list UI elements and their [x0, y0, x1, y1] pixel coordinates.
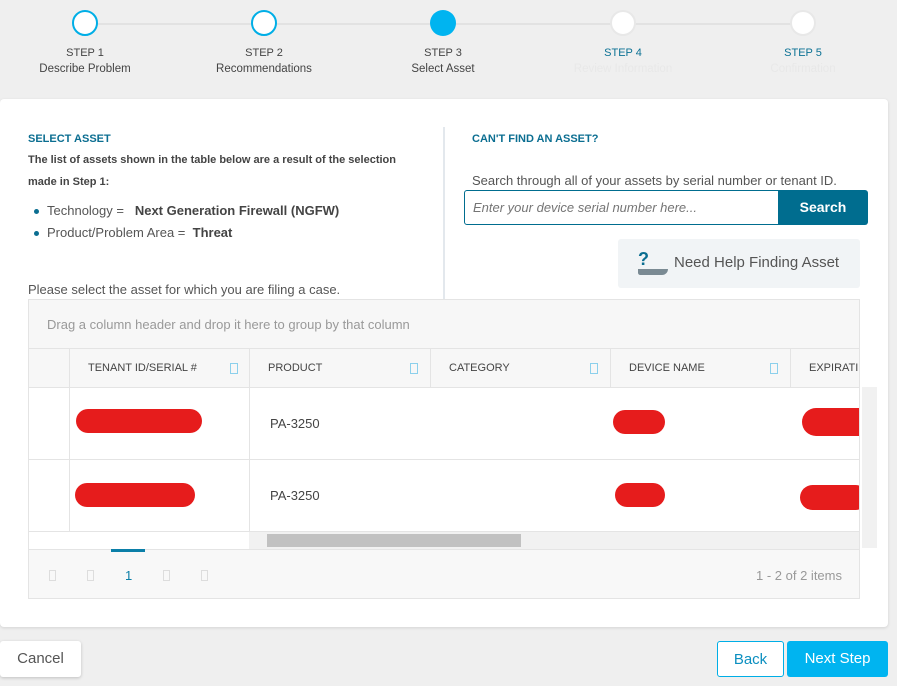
step-number: STEP 2 [245, 47, 283, 59]
product-cell: PA-3250 [249, 388, 430, 460]
column-expiration[interactable]: EXPIRATI [790, 349, 859, 388]
device-name-cell [610, 460, 790, 532]
tenant-id-cell [69, 460, 250, 532]
filter-icon[interactable] [770, 363, 778, 374]
redaction-mark [800, 485, 859, 510]
step-label: Review Information [573, 63, 673, 75]
help-label: Need Help Finding Asset [674, 254, 840, 271]
redaction-mark [613, 410, 665, 434]
find-asset-description: Search through all of your assets by ser… [472, 173, 837, 188]
current-page-indicator [111, 549, 145, 552]
bullet-icon [34, 231, 39, 237]
step-circle [790, 10, 816, 36]
need-help-button[interactable]: ? Need Help Finding Asset [618, 239, 860, 288]
scrollbar-thumb[interactable] [267, 534, 521, 547]
criteria-technology: Technology = Next Generation Firewall (N… [34, 203, 339, 218]
category-cell [430, 460, 610, 532]
redaction-mark [615, 483, 665, 507]
divider [443, 127, 445, 299]
help-hand-icon: ? [638, 249, 649, 269]
bullet-icon [34, 209, 39, 215]
expiration-cell [790, 460, 859, 532]
criteria-key: Technology = [47, 203, 124, 218]
back-button[interactable]: Back [717, 641, 784, 677]
column-label: TENANT ID/SERIAL # [88, 362, 197, 374]
column-device-name[interactable]: DEVICE NAME [610, 349, 790, 388]
column-tenant-id[interactable]: TENANT ID/SERIAL # [69, 349, 250, 388]
column-label: CATEGORY [449, 362, 510, 374]
assets-grid: Drag a column header and drop it here to… [28, 299, 860, 599]
step-number: STEP 4 [604, 47, 642, 59]
step-5: STEP 5 Confirmation [733, 10, 873, 75]
next-step-button[interactable]: Next Step [787, 641, 888, 677]
expiration-cell [790, 388, 859, 460]
step-label: Select Asset [411, 63, 475, 75]
step-label: Recommendations [216, 63, 312, 75]
column-label: PRODUCT [268, 362, 323, 374]
first-page-icon[interactable] [49, 570, 56, 581]
table-row[interactable]: PA-3250 [29, 388, 859, 460]
criteria-area: Product/Problem Area = Threat [34, 225, 232, 240]
column-label: EXPIRATI [809, 362, 859, 374]
redaction-mark [802, 408, 859, 436]
criteria-value: Next Generation Firewall (NGFW) [134, 203, 340, 218]
hand-shape [638, 269, 668, 275]
search-button[interactable]: Search [778, 190, 868, 225]
pager-summary: 1 - 2 of 2 items [756, 568, 842, 583]
step-circle [610, 10, 636, 36]
serial-search-input[interactable] [464, 190, 780, 225]
prev-page-icon[interactable] [87, 570, 94, 581]
redaction-mark [75, 483, 195, 507]
pager: 1 1 - 2 of 2 items [29, 549, 859, 598]
filter-icon[interactable] [590, 363, 598, 374]
intro-text: The list of assets shown in the table be… [28, 154, 396, 188]
column-category[interactable]: CATEGORY [430, 349, 610, 388]
page-1-button[interactable]: 1 [125, 568, 132, 583]
redaction-mark [76, 409, 202, 433]
filter-icon[interactable] [230, 363, 238, 374]
category-cell [430, 388, 610, 460]
column-product[interactable]: PRODUCT [249, 349, 430, 388]
column-label: DEVICE NAME [629, 362, 705, 374]
step-number: STEP 5 [784, 47, 822, 59]
table-row[interactable]: PA-3250 [29, 460, 859, 532]
next-page-icon[interactable] [163, 570, 170, 581]
step-circle [251, 10, 277, 36]
step-label: Confirmation [770, 63, 836, 75]
step-number: STEP 3 [424, 47, 462, 59]
criteria-value: Threat [192, 225, 233, 240]
device-name-cell [610, 388, 790, 460]
step-2[interactable]: STEP 2 Recommendations [194, 10, 334, 75]
step-circle [72, 10, 98, 36]
step-3: STEP 3 Select Asset [373, 10, 513, 75]
vertical-scrollbar[interactable] [862, 387, 877, 548]
criteria-key: Product/Problem Area = [47, 225, 186, 240]
find-asset-title: CAN'T FIND AN ASSET? [472, 133, 599, 145]
horizontal-scrollbar[interactable] [249, 532, 859, 549]
group-drop-area[interactable]: Drag a column header and drop it here to… [29, 300, 859, 349]
filter-icon[interactable] [410, 363, 418, 374]
step-label: Describe Problem [39, 63, 131, 75]
cancel-button[interactable]: Cancel [0, 641, 81, 677]
select-asset-title: SELECT ASSET [28, 133, 111, 145]
tenant-id-cell [69, 388, 250, 460]
grid-header: TENANT ID/SERIAL # PRODUCT CATEGORY DEVI… [29, 349, 859, 388]
product-cell: PA-3250 [249, 460, 430, 532]
step-circle [430, 10, 456, 36]
step-4: STEP 4 Review Information [553, 10, 693, 75]
step-number: STEP 1 [66, 47, 104, 59]
step-1[interactable]: STEP 1 Describe Problem [15, 10, 155, 75]
last-page-icon[interactable] [201, 570, 208, 581]
instruction-text: Please select the asset for which you ar… [28, 282, 341, 297]
